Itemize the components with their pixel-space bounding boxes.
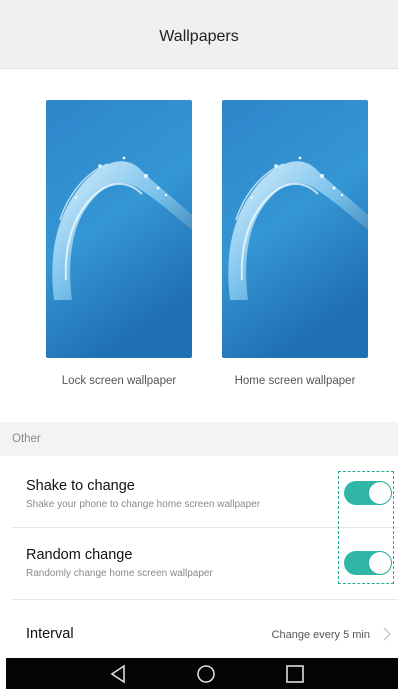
wallpapers-screen: Wallpapers Lock screen wallpaper Home sc… bbox=[0, 0, 398, 689]
random-change-row[interactable]: Random change Randomly change home scree… bbox=[0, 528, 398, 600]
interval-row[interactable]: Interval Change every 5 min bbox=[0, 600, 398, 658]
back-triangle-icon[interactable] bbox=[108, 664, 130, 684]
interval-title: Interval bbox=[26, 626, 74, 642]
lock-screen-wallpaper-label: Lock screen wallpaper bbox=[61, 375, 177, 387]
shake-to-change-row[interactable]: Shake to change Shake your phone to chan… bbox=[0, 456, 398, 528]
home-circle-icon[interactable] bbox=[195, 664, 217, 684]
title-bar: Wallpapers bbox=[0, 0, 398, 69]
water-splash-wallpaper-image bbox=[222, 100, 368, 358]
toggle-knob bbox=[369, 552, 391, 574]
navigation-bar bbox=[6, 658, 398, 689]
random-change-subtitle: Randomly change home screen wallpaper bbox=[26, 568, 213, 579]
shake-to-change-subtitle: Shake your phone to change home screen w… bbox=[26, 499, 261, 510]
chevron-right-icon bbox=[383, 627, 391, 641]
home-screen-wallpaper-preview[interactable] bbox=[222, 100, 368, 358]
section-header-label: Other bbox=[12, 433, 41, 445]
page-title: Wallpapers bbox=[159, 28, 239, 45]
lock-screen-wallpaper-preview[interactable] bbox=[46, 100, 192, 358]
recents-square-icon[interactable] bbox=[284, 664, 306, 684]
interval-value: Change every 5 min bbox=[271, 629, 370, 641]
home-screen-wallpaper-label: Home screen wallpaper bbox=[234, 375, 356, 387]
water-splash-wallpaper-image bbox=[46, 100, 192, 358]
random-change-toggle[interactable] bbox=[344, 551, 392, 575]
section-header-other: Other bbox=[0, 422, 398, 456]
toggle-knob bbox=[369, 482, 391, 504]
shake-to-change-title: Shake to change bbox=[26, 478, 135, 494]
random-change-title: Random change bbox=[26, 547, 133, 563]
shake-to-change-toggle[interactable] bbox=[344, 481, 392, 505]
